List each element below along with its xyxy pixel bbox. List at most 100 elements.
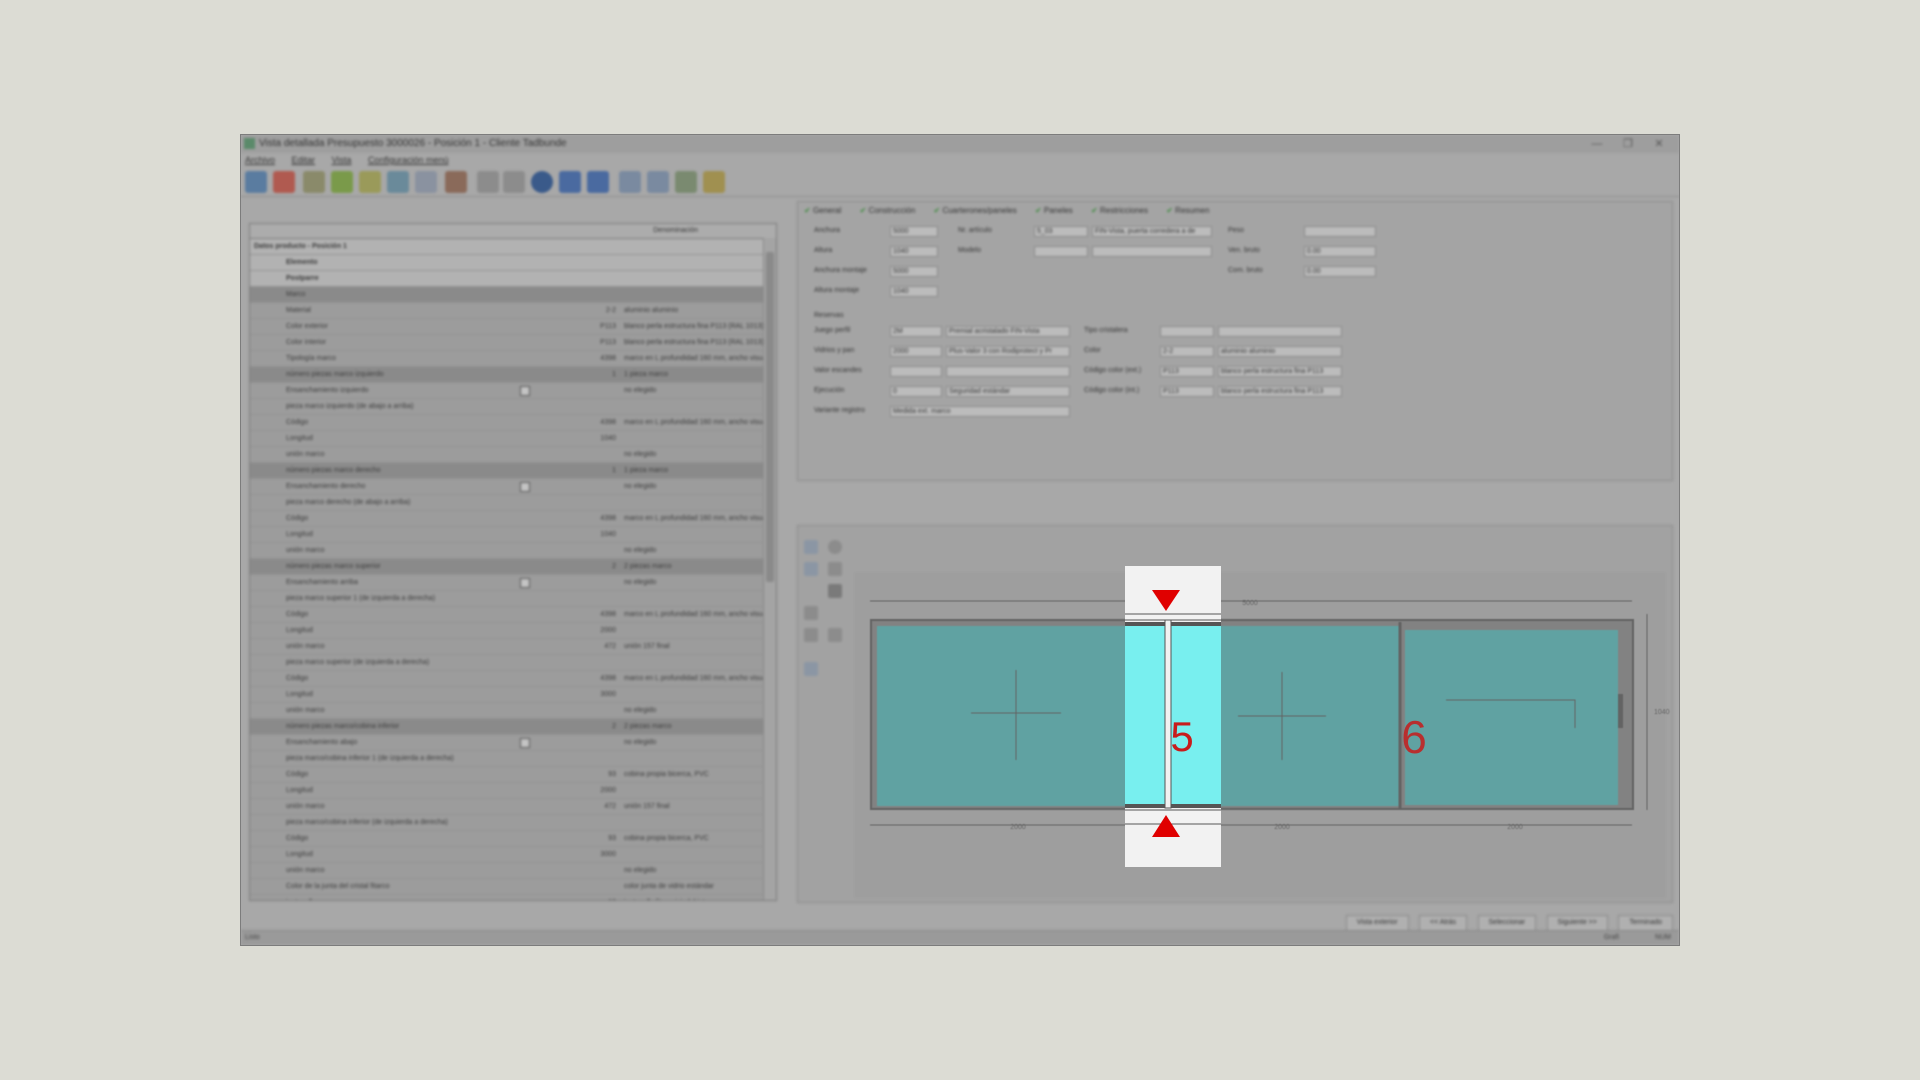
back-button[interactable]: << Atrás xyxy=(1418,915,1468,931)
tab-resumen[interactable]: Resumen xyxy=(1166,206,1209,215)
grid-row-value[interactable]: 472 xyxy=(556,799,616,814)
grid-row-value[interactable]: 472 xyxy=(556,639,616,654)
grid-row[interactable]: Longitud 1040 xyxy=(250,527,776,543)
grid-row-value[interactable]: 2-2 xyxy=(556,303,616,318)
grid-row[interactable]: número piezas marco superior 2 2 piezas ma… xyxy=(250,559,776,575)
grid-row[interactable]: Marco xyxy=(250,287,776,303)
grid-row[interactable]: Elemento xyxy=(250,255,776,271)
zoom-tool-icon[interactable] xyxy=(804,562,818,576)
grid-row[interactable]: Código 93 cobina propia bicerca, PVC xyxy=(250,767,776,783)
grid-row[interactable]: pieza marco/cobina inferior 1 (de izquie… xyxy=(250,751,776,767)
reserves-0-field[interactable]: 2M xyxy=(890,326,942,337)
grid-row-value[interactable]: 10 xyxy=(556,895,616,900)
grid-row-value[interactable]: 4398 xyxy=(556,511,616,526)
grid-row[interactable]: unión marco no elegido xyxy=(250,543,776,559)
measure-tool-icon[interactable] xyxy=(303,171,325,193)
grid-row[interactable]: unión marco 472 unión 157 final xyxy=(250,799,776,815)
grid-row[interactable]: Código 4398 marco en L profundidad 160 mm,… xyxy=(250,607,776,623)
exterior-view-button[interactable]: Vista exterior xyxy=(1345,915,1409,931)
finish-button[interactable]: Terminado xyxy=(1618,915,1673,931)
grid-row[interactable]: Ensanchamiento abajo no elegido xyxy=(250,735,776,751)
grid-row[interactable]: Código 4398 marco en L profundidad 160 mm,… xyxy=(250,671,776,687)
stop-tool-icon[interactable] xyxy=(273,171,295,193)
grid-row-value[interactable]: 1040 xyxy=(556,431,616,446)
pan-tool-icon[interactable] xyxy=(828,562,842,576)
grid-row-value[interactable]: 4398 xyxy=(556,351,616,366)
grid-row-value[interactable]: 4398 xyxy=(556,607,616,622)
grid-row[interactable]: pieza marco/cobina inferior (de izquierd… xyxy=(250,815,776,831)
tab-construccion[interactable]: Construcción xyxy=(860,206,916,215)
grid-row-value[interactable]: 2 xyxy=(556,559,616,574)
line-tool-icon[interactable] xyxy=(804,628,818,642)
grid-row[interactable]: Color de la junta del cristal fitarco col… xyxy=(250,879,776,895)
edit-tool-icon[interactable] xyxy=(331,171,353,193)
general-right-0-field[interactable] xyxy=(1304,226,1376,237)
grid-row-value[interactable]: 1 xyxy=(556,463,616,478)
tab-restricciones[interactable]: Restricciones xyxy=(1091,206,1148,215)
general-left-2-field[interactable]: 5000 xyxy=(890,266,938,277)
grid-row[interactable]: unión marco no elegido xyxy=(250,863,776,879)
menu-configuracion[interactable]: Configuración menú xyxy=(368,155,449,165)
select-tool-icon[interactable] xyxy=(804,540,818,554)
text-tool-icon[interactable] xyxy=(828,628,842,642)
grid-row[interactable]: unión marco no elegido xyxy=(250,447,776,463)
draw-tool-icon[interactable] xyxy=(359,171,381,193)
grid-row[interactable]: Color exterior P113 blanco perla estructur… xyxy=(250,319,776,335)
grid-row-value[interactable]: 4398 xyxy=(556,415,616,430)
menu-vista[interactable]: Vista xyxy=(332,155,352,165)
grid-row[interactable]: Ensanchamiento derecho no elegido xyxy=(250,479,776,495)
general-left-3-field[interactable]: 1040 xyxy=(890,286,938,297)
grid-row-checkbox[interactable] xyxy=(520,482,530,492)
grid-row[interactable]: Ensanchamiento arriba no elegido xyxy=(250,575,776,591)
options-tool-icon[interactable] xyxy=(445,171,467,193)
first-record-icon[interactable] xyxy=(477,171,499,193)
grid-row[interactable]: Material 2-2 aluminio aluminio xyxy=(250,303,776,319)
grid-row[interactable]: número piezas marco derecho 1 1 pieza marc… xyxy=(250,463,776,479)
grid-row-checkbox[interactable] xyxy=(520,578,530,588)
document-tool-icon[interactable] xyxy=(415,171,437,193)
grid-row[interactable]: Código 4398 marco en L profundidad 160 mm,… xyxy=(250,415,776,431)
grid-row[interactable]: Longitud 1040 xyxy=(250,431,776,447)
reserves-4-field[interactable]: Medida ext. marco xyxy=(890,406,1070,417)
print-tool-icon[interactable] xyxy=(703,171,725,193)
close-button[interactable]: ✕ xyxy=(1645,135,1673,153)
grid-row-value[interactable]: 2000 xyxy=(556,783,616,798)
minimize-button[interactable]: — xyxy=(1583,135,1611,153)
delete-tool-icon[interactable] xyxy=(828,584,842,598)
grid-row-checkbox[interactable] xyxy=(520,738,530,748)
current-record-icon[interactable] xyxy=(531,171,553,193)
tab-general[interactable]: General xyxy=(804,206,841,215)
grid-row[interactable]: unión marco 472 unión 157 final xyxy=(250,639,776,655)
grid-row[interactable]: número piezas marco/cobina inferior 2 2 pi… xyxy=(250,719,776,735)
settings-tool-icon[interactable] xyxy=(245,171,267,193)
grid-row[interactable]: Código 4398 marco en L profundidad 160 mm,… xyxy=(250,511,776,527)
grid-row-value[interactable]: 93 xyxy=(556,767,616,782)
grid-row-value[interactable]: 2 xyxy=(556,719,616,734)
grid-row[interactable]: unión marco no elegido xyxy=(250,703,776,719)
general-mid-1-field[interactable] xyxy=(1034,246,1088,257)
reserves-right-1-field[interactable]: 2-2 xyxy=(1160,346,1214,357)
grid-row[interactable]: pieza marco izquierdo (de abajo a arriba… xyxy=(250,399,776,415)
grid-row[interactable]: Longitud 3000 xyxy=(250,687,776,703)
print-preview-icon[interactable] xyxy=(804,662,818,676)
grid-row[interactable]: Postparre xyxy=(250,271,776,287)
reserves-right-3-field[interactable]: P113 xyxy=(1160,386,1214,397)
grid-row[interactable]: Tipología marco 4398 marco en L profundida… xyxy=(250,351,776,367)
grid-row[interactable]: Longitud 2000 xyxy=(250,783,776,799)
grid-row-value[interactable]: P113 xyxy=(556,319,616,334)
drawing-canvas-area[interactable] xyxy=(854,572,1666,898)
tab-paneles[interactable]: Paneles xyxy=(1035,206,1073,215)
copy-tool-icon[interactable] xyxy=(804,606,818,620)
grid-row[interactable]: Código 93 cobina propia bicerca, PVC xyxy=(250,831,776,847)
grid-row[interactable]: juntapollo 10 juntapollo fitura, izindalri… xyxy=(250,895,776,900)
color-tool-icon[interactable] xyxy=(387,171,409,193)
general-left-1-field[interactable]: 1040 xyxy=(890,246,938,257)
general-left-0-field[interactable]: 5000 xyxy=(890,226,938,237)
next-record-icon[interactable] xyxy=(559,171,581,193)
menu-archivo[interactable]: Archivo xyxy=(245,155,275,165)
scrollbar-thumb[interactable] xyxy=(766,252,774,582)
reserves-3-field[interactable]: 0 xyxy=(890,386,942,397)
previous-record-icon[interactable] xyxy=(503,171,525,193)
grid-row-value[interactable]: 93 xyxy=(556,831,616,846)
grid-row-value[interactable]: 1040 xyxy=(556,527,616,542)
